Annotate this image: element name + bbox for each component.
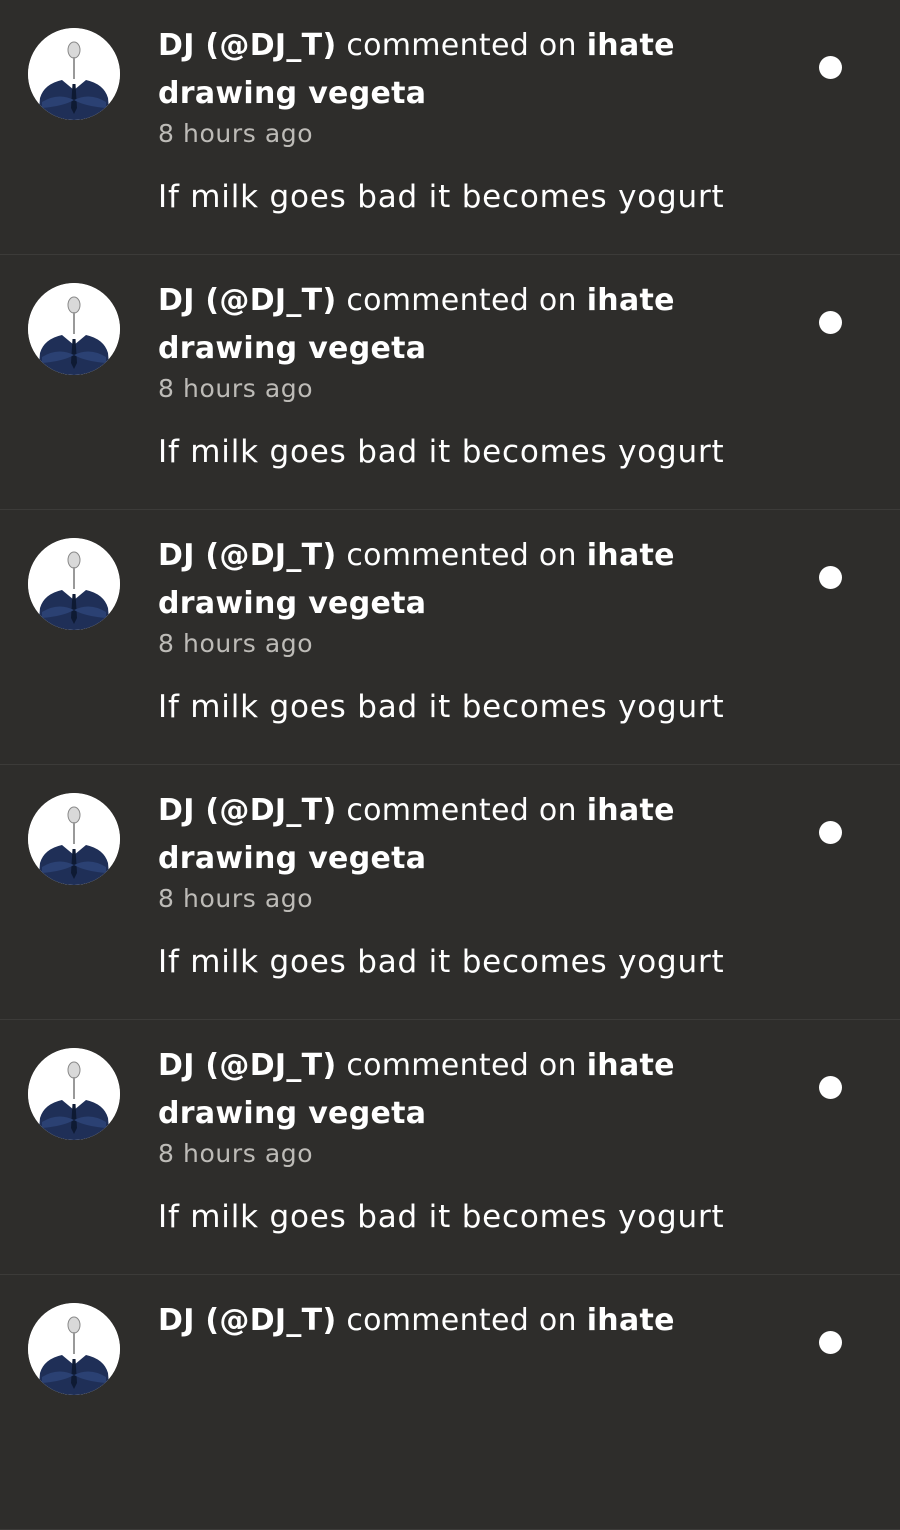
notification-action: commented on	[346, 793, 577, 828]
notification-item[interactable]: DJ (@DJ_T) commented on ihate drawing ve…	[0, 0, 900, 255]
unread-dot-icon	[819, 1076, 842, 1099]
avatar[interactable]	[28, 28, 120, 120]
comment-author[interactable]: DJ (@DJ_T)	[158, 1048, 336, 1083]
comment-author[interactable]: DJ (@DJ_T)	[158, 28, 336, 63]
avatar-suit-icon	[28, 793, 120, 885]
notification-headline: DJ (@DJ_T) commented on ihate drawing ve…	[158, 787, 758, 883]
commented-post-title[interactable]: ihate	[587, 1303, 675, 1338]
notification-text: DJ (@DJ_T) commented on ihate drawing ve…	[158, 1042, 758, 1238]
unread-dot-icon	[819, 566, 842, 589]
comment-author[interactable]: DJ (@DJ_T)	[158, 538, 336, 573]
avatar[interactable]	[28, 1048, 120, 1140]
notification-action: commented on	[346, 283, 577, 318]
avatar[interactable]	[28, 283, 120, 375]
unread-dot-icon	[819, 821, 842, 844]
comment-text: If milk goes bad it becomes yogurt	[158, 434, 725, 470]
notification-action: commented on	[346, 538, 577, 573]
notification-text: DJ (@DJ_T) commented on ihate drawing ve…	[158, 532, 758, 728]
notification-headline: DJ (@DJ_T) commented on ihate	[158, 1297, 758, 1345]
notification-headline: DJ (@DJ_T) commented on ihate drawing ve…	[158, 1042, 758, 1138]
avatar-suit-icon	[28, 1048, 120, 1140]
notification-action: commented on	[346, 1303, 577, 1338]
notification-action: commented on	[346, 28, 577, 63]
notification-item[interactable]: DJ (@DJ_T) commented on ihate drawing ve…	[0, 1020, 900, 1275]
avatar[interactable]	[28, 538, 120, 630]
comment-text: If milk goes bad it becomes yogurt	[158, 179, 725, 215]
notification-item[interactable]: DJ (@DJ_T) commented on ihate drawing ve…	[0, 255, 900, 510]
comment-author[interactable]: DJ (@DJ_T)	[158, 283, 336, 318]
notification-action: commented on	[346, 1048, 577, 1083]
notification-headline: DJ (@DJ_T) commented on ihate drawing ve…	[158, 22, 758, 118]
notification-text: DJ (@DJ_T) commented on ihate drawing ve…	[158, 787, 758, 983]
unread-dot-icon	[819, 311, 842, 334]
comment-author[interactable]: DJ (@DJ_T)	[158, 1303, 336, 1338]
notification-item[interactable]: DJ (@DJ_T) commented on ihate drawing ve…	[0, 510, 900, 765]
avatar-suit-icon	[28, 1303, 120, 1395]
notification-item[interactable]: DJ (@DJ_T) commented on ihate	[0, 1275, 900, 1530]
timestamp: 8 hours ago	[158, 1139, 314, 1168]
notification-feed: DJ (@DJ_T) commented on ihate drawing ve…	[0, 0, 900, 1530]
timestamp: 8 hours ago	[158, 119, 314, 148]
comment-text: If milk goes bad it becomes yogurt	[158, 1199, 725, 1235]
timestamp: 8 hours ago	[158, 374, 314, 403]
notification-headline: DJ (@DJ_T) commented on ihate drawing ve…	[158, 532, 758, 628]
comment-author[interactable]: DJ (@DJ_T)	[158, 793, 336, 828]
notification-text: DJ (@DJ_T) commented on ihate	[158, 1297, 758, 1371]
unread-dot-icon	[819, 56, 842, 79]
notification-item[interactable]: DJ (@DJ_T) commented on ihate drawing ve…	[0, 765, 900, 1020]
comment-text: If milk goes bad it becomes yogurt	[158, 944, 725, 980]
avatar[interactable]	[28, 793, 120, 885]
avatar[interactable]	[28, 1303, 120, 1395]
avatar-suit-icon	[28, 28, 120, 120]
avatar-suit-icon	[28, 283, 120, 375]
timestamp: 8 hours ago	[158, 629, 314, 658]
notification-headline: DJ (@DJ_T) commented on ihate drawing ve…	[158, 277, 758, 373]
avatar-suit-icon	[28, 538, 120, 630]
comment-text: If milk goes bad it becomes yogurt	[158, 689, 725, 725]
unread-dot-icon	[819, 1331, 842, 1354]
notification-text: DJ (@DJ_T) commented on ihate drawing ve…	[158, 277, 758, 473]
notification-text: DJ (@DJ_T) commented on ihate drawing ve…	[158, 22, 758, 218]
timestamp: 8 hours ago	[158, 884, 314, 913]
